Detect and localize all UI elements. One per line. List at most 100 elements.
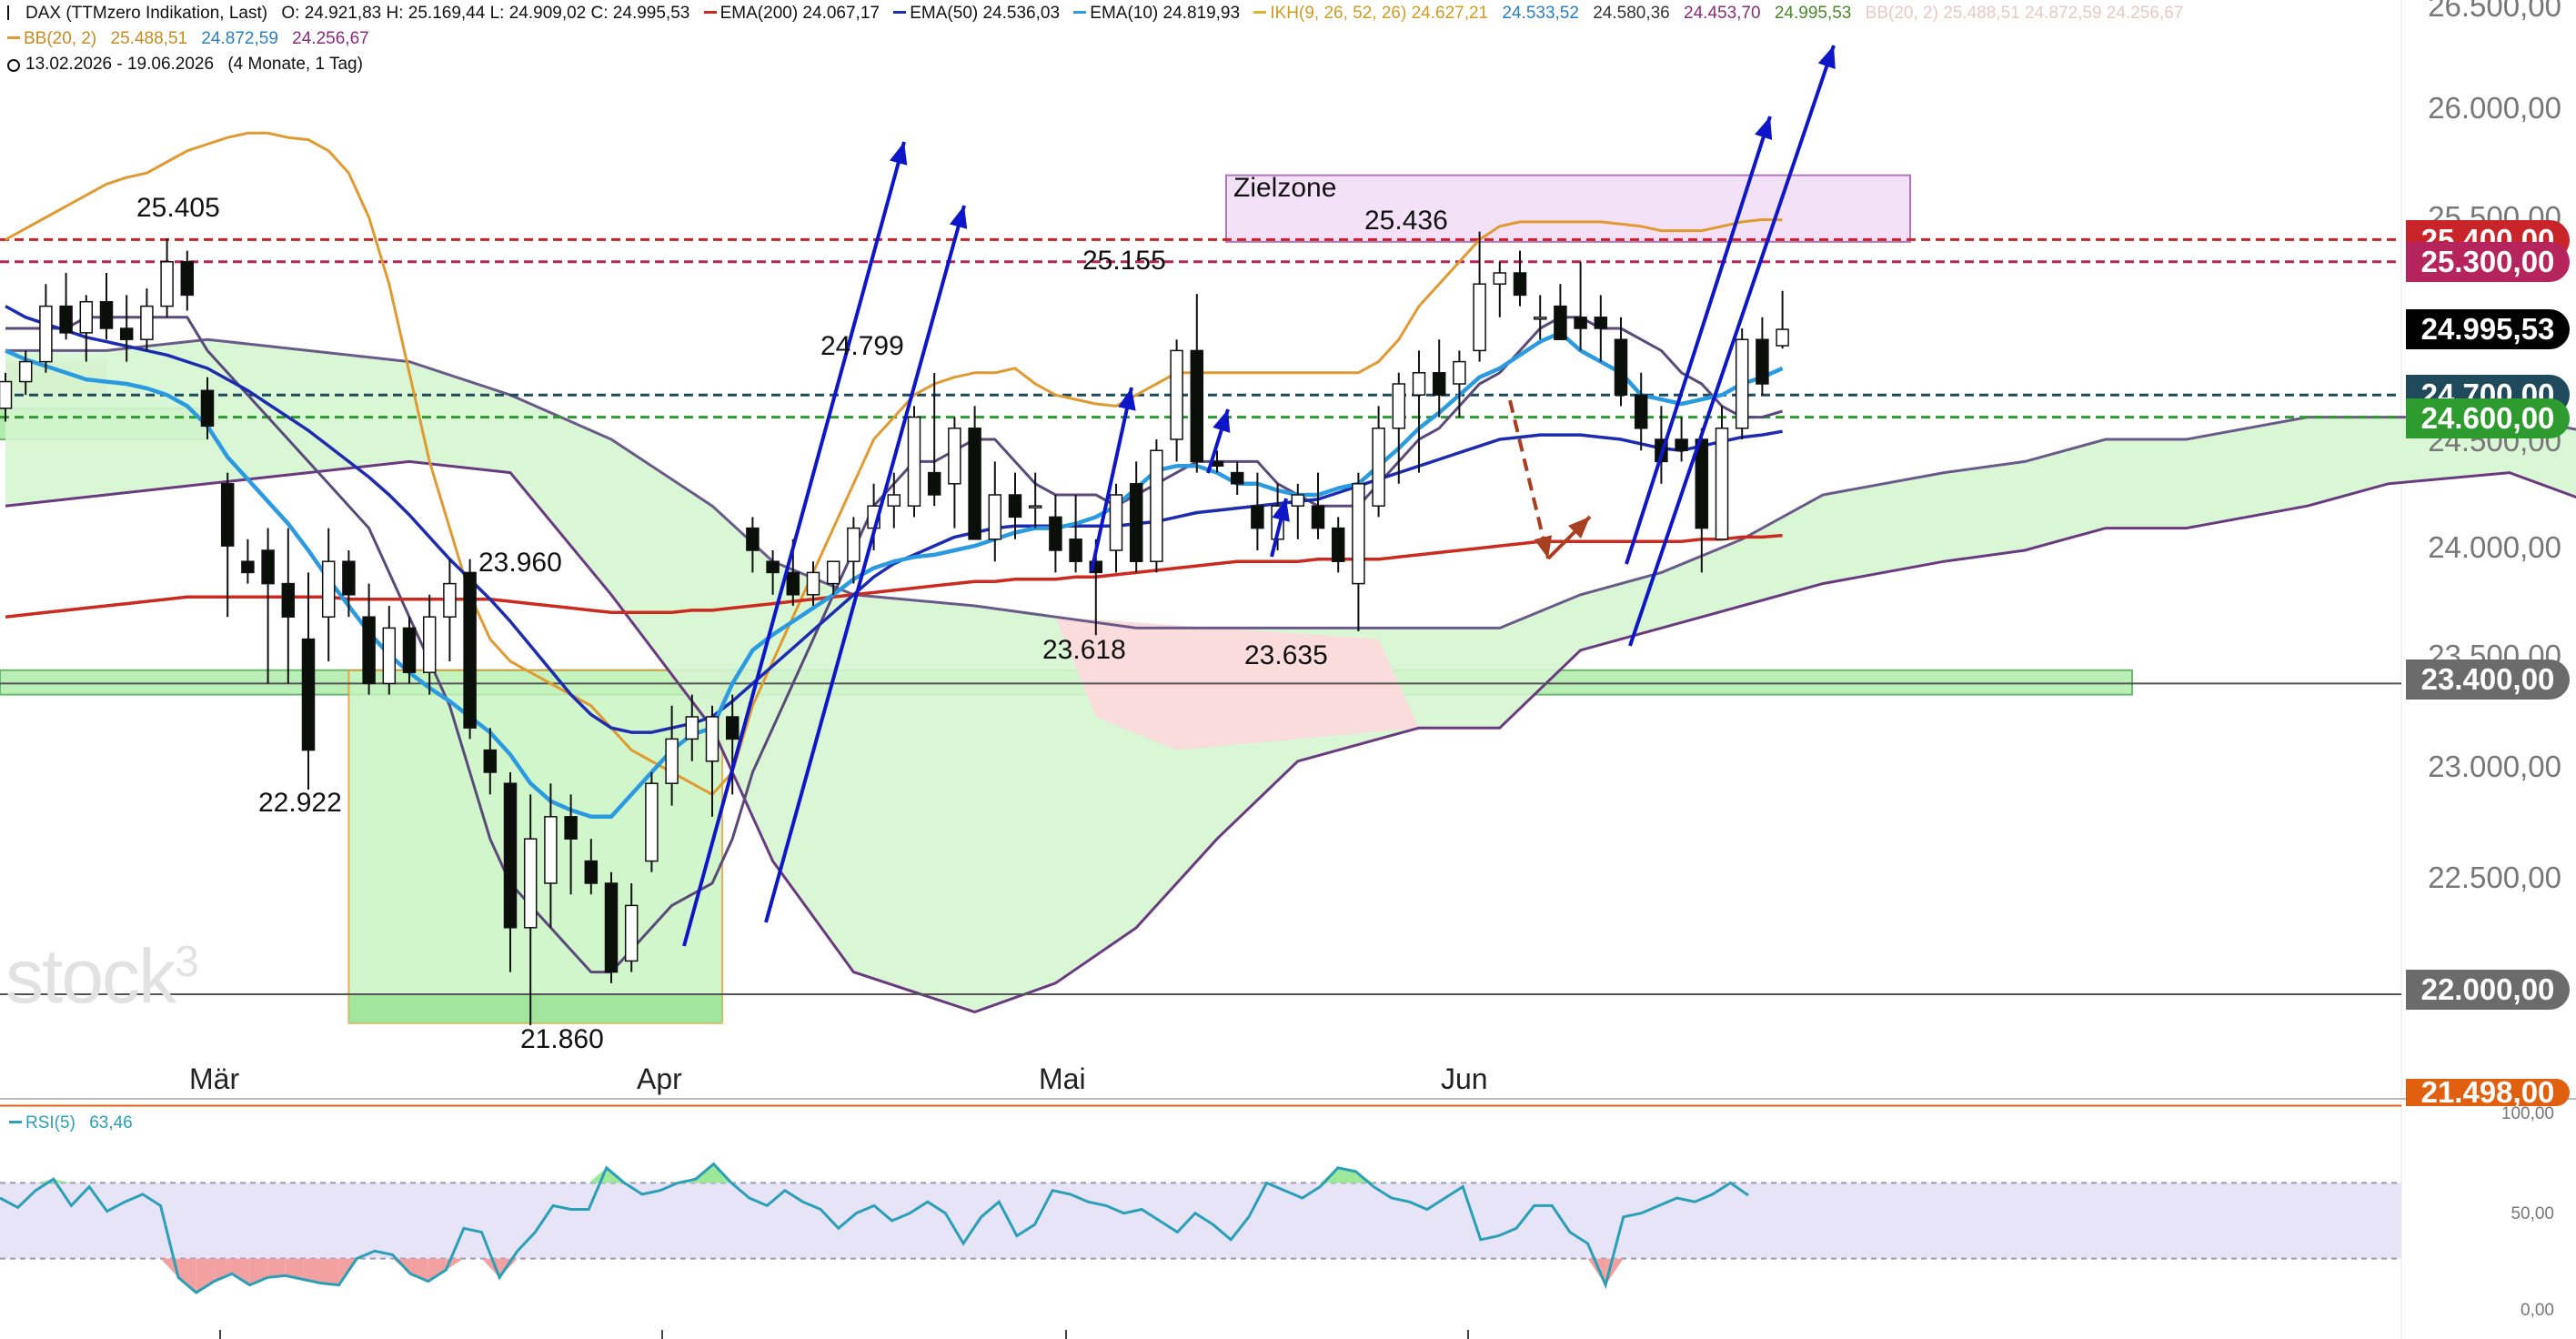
annotation-23618: 23.618 <box>1042 635 1126 665</box>
annotation-25436: 25.436 <box>1364 206 1448 236</box>
candle-body <box>1069 539 1082 562</box>
rsi-oversold-fill <box>231 1258 250 1285</box>
candle-body <box>1695 438 1709 529</box>
trend-arrow-1-head <box>890 142 908 166</box>
candle-body <box>1493 272 1507 285</box>
y-tick-23000: 23.000,00 <box>2428 750 2561 783</box>
pullback-arrow <box>1508 399 1550 559</box>
candle-body <box>200 389 215 428</box>
candle-body <box>725 716 740 740</box>
candle-body <box>523 838 538 929</box>
candle-body <box>665 738 679 784</box>
candle-body <box>1594 317 1608 329</box>
trend-arrow-3-head <box>1755 116 1773 140</box>
candle-body <box>281 582 296 618</box>
stock3-watermark-sup: 3 <box>175 938 199 986</box>
candle-body <box>826 560 840 585</box>
rsi-legend-label: RSI(5) <box>25 1113 75 1133</box>
rsi-oversold-fill <box>428 1258 447 1282</box>
candle-body <box>483 749 498 773</box>
candle-body <box>1230 471 1244 485</box>
candle-body <box>887 494 901 507</box>
level-badge-21498: 21.498,00 <box>2406 1075 2570 1109</box>
candle-body <box>342 560 356 596</box>
trend-arrow-4-head <box>1817 45 1836 69</box>
candle-body <box>584 860 599 884</box>
candle-body <box>766 560 780 574</box>
candle-body <box>1150 449 1163 562</box>
annotation-22922: 22.922 <box>258 788 342 818</box>
candle-body <box>321 560 336 618</box>
candle-body <box>1756 338 1769 385</box>
candle-body <box>847 527 860 562</box>
candle-body <box>1513 272 1527 297</box>
candle-body <box>261 549 275 585</box>
last-price-badge: 24.995,53 <box>2406 309 2570 349</box>
stock3-watermark-text: stock <box>5 933 176 1019</box>
trend-arrow-2-head <box>949 206 968 229</box>
candle-body <box>39 305 53 363</box>
candle-body <box>1372 428 1385 507</box>
target-zone-label: Zielzone <box>1233 173 1337 203</box>
candle-body <box>1352 483 1365 585</box>
candle-body <box>1574 317 1587 329</box>
candle-body <box>99 300 114 329</box>
bottom-formation-base <box>348 994 723 1023</box>
candle-body <box>1049 516 1062 551</box>
rsi-tick-0: 0,00 <box>2521 1301 2554 1320</box>
candle-body <box>948 428 961 485</box>
level-badge-25300: 25.300,00 <box>2406 242 2570 282</box>
candle-body <box>463 571 477 729</box>
candle-body <box>705 716 719 762</box>
candle-body <box>1392 383 1406 429</box>
rsi-tick-50: 50,00 <box>2511 1204 2554 1223</box>
candle-body <box>564 816 578 840</box>
candle-body <box>1634 394 1648 429</box>
candle-body <box>1251 505 1264 529</box>
candle-body <box>988 494 1002 540</box>
candle-body <box>1453 360 1466 385</box>
rsi-legend: RSI(5) 63,46 <box>9 1113 142 1133</box>
candle-body <box>1109 494 1123 551</box>
candle-body <box>422 616 437 673</box>
candle-body <box>140 305 154 340</box>
candle-body <box>604 882 619 973</box>
candle-body <box>79 300 94 334</box>
candle-body <box>927 471 941 496</box>
candle-body <box>1533 317 1547 320</box>
candle-body <box>1190 349 1204 463</box>
annotation-21860: 21.860 <box>520 1024 604 1054</box>
candle-body <box>1614 338 1628 396</box>
rsi-oversold-fill <box>178 1258 196 1294</box>
candle-body <box>1311 505 1325 529</box>
annotation-23635: 23.635 <box>1244 640 1328 670</box>
candle-body <box>907 416 921 507</box>
small-arrow-may-2-head <box>1213 409 1231 433</box>
candle-body <box>685 716 699 740</box>
candle-body <box>1735 338 1749 429</box>
month-label-mai: Mai <box>1039 1062 1086 1095</box>
candle-body <box>59 305 73 334</box>
annotation-25405: 25.405 <box>136 193 220 223</box>
y-tick-22500: 22.500,00 <box>2428 861 2561 894</box>
candle-body <box>119 327 134 340</box>
candle-body <box>1715 428 1729 540</box>
candle-body <box>180 261 195 297</box>
candle-body <box>1412 372 1426 396</box>
annotation-24799: 24.799 <box>820 331 904 361</box>
rsi-neutral-band <box>0 1183 2401 1259</box>
candle-body <box>1291 494 1305 507</box>
candle-body <box>746 527 760 551</box>
rsi-legend-swatch <box>9 1121 22 1123</box>
candle-body <box>443 582 457 618</box>
y-tick-24000: 24.000,00 <box>2428 530 2561 564</box>
rsi-legend-value: 63,46 <box>89 1113 133 1133</box>
month-label-mar: Mär <box>189 1062 240 1095</box>
candle-body <box>1473 283 1486 352</box>
candle-body <box>1432 372 1446 396</box>
candle-body <box>362 616 376 685</box>
candle-body <box>220 483 235 547</box>
candle-body <box>1331 527 1345 562</box>
candle-body <box>1554 305 1567 340</box>
level-badge-24600: 24.600,00 <box>2406 398 2570 438</box>
